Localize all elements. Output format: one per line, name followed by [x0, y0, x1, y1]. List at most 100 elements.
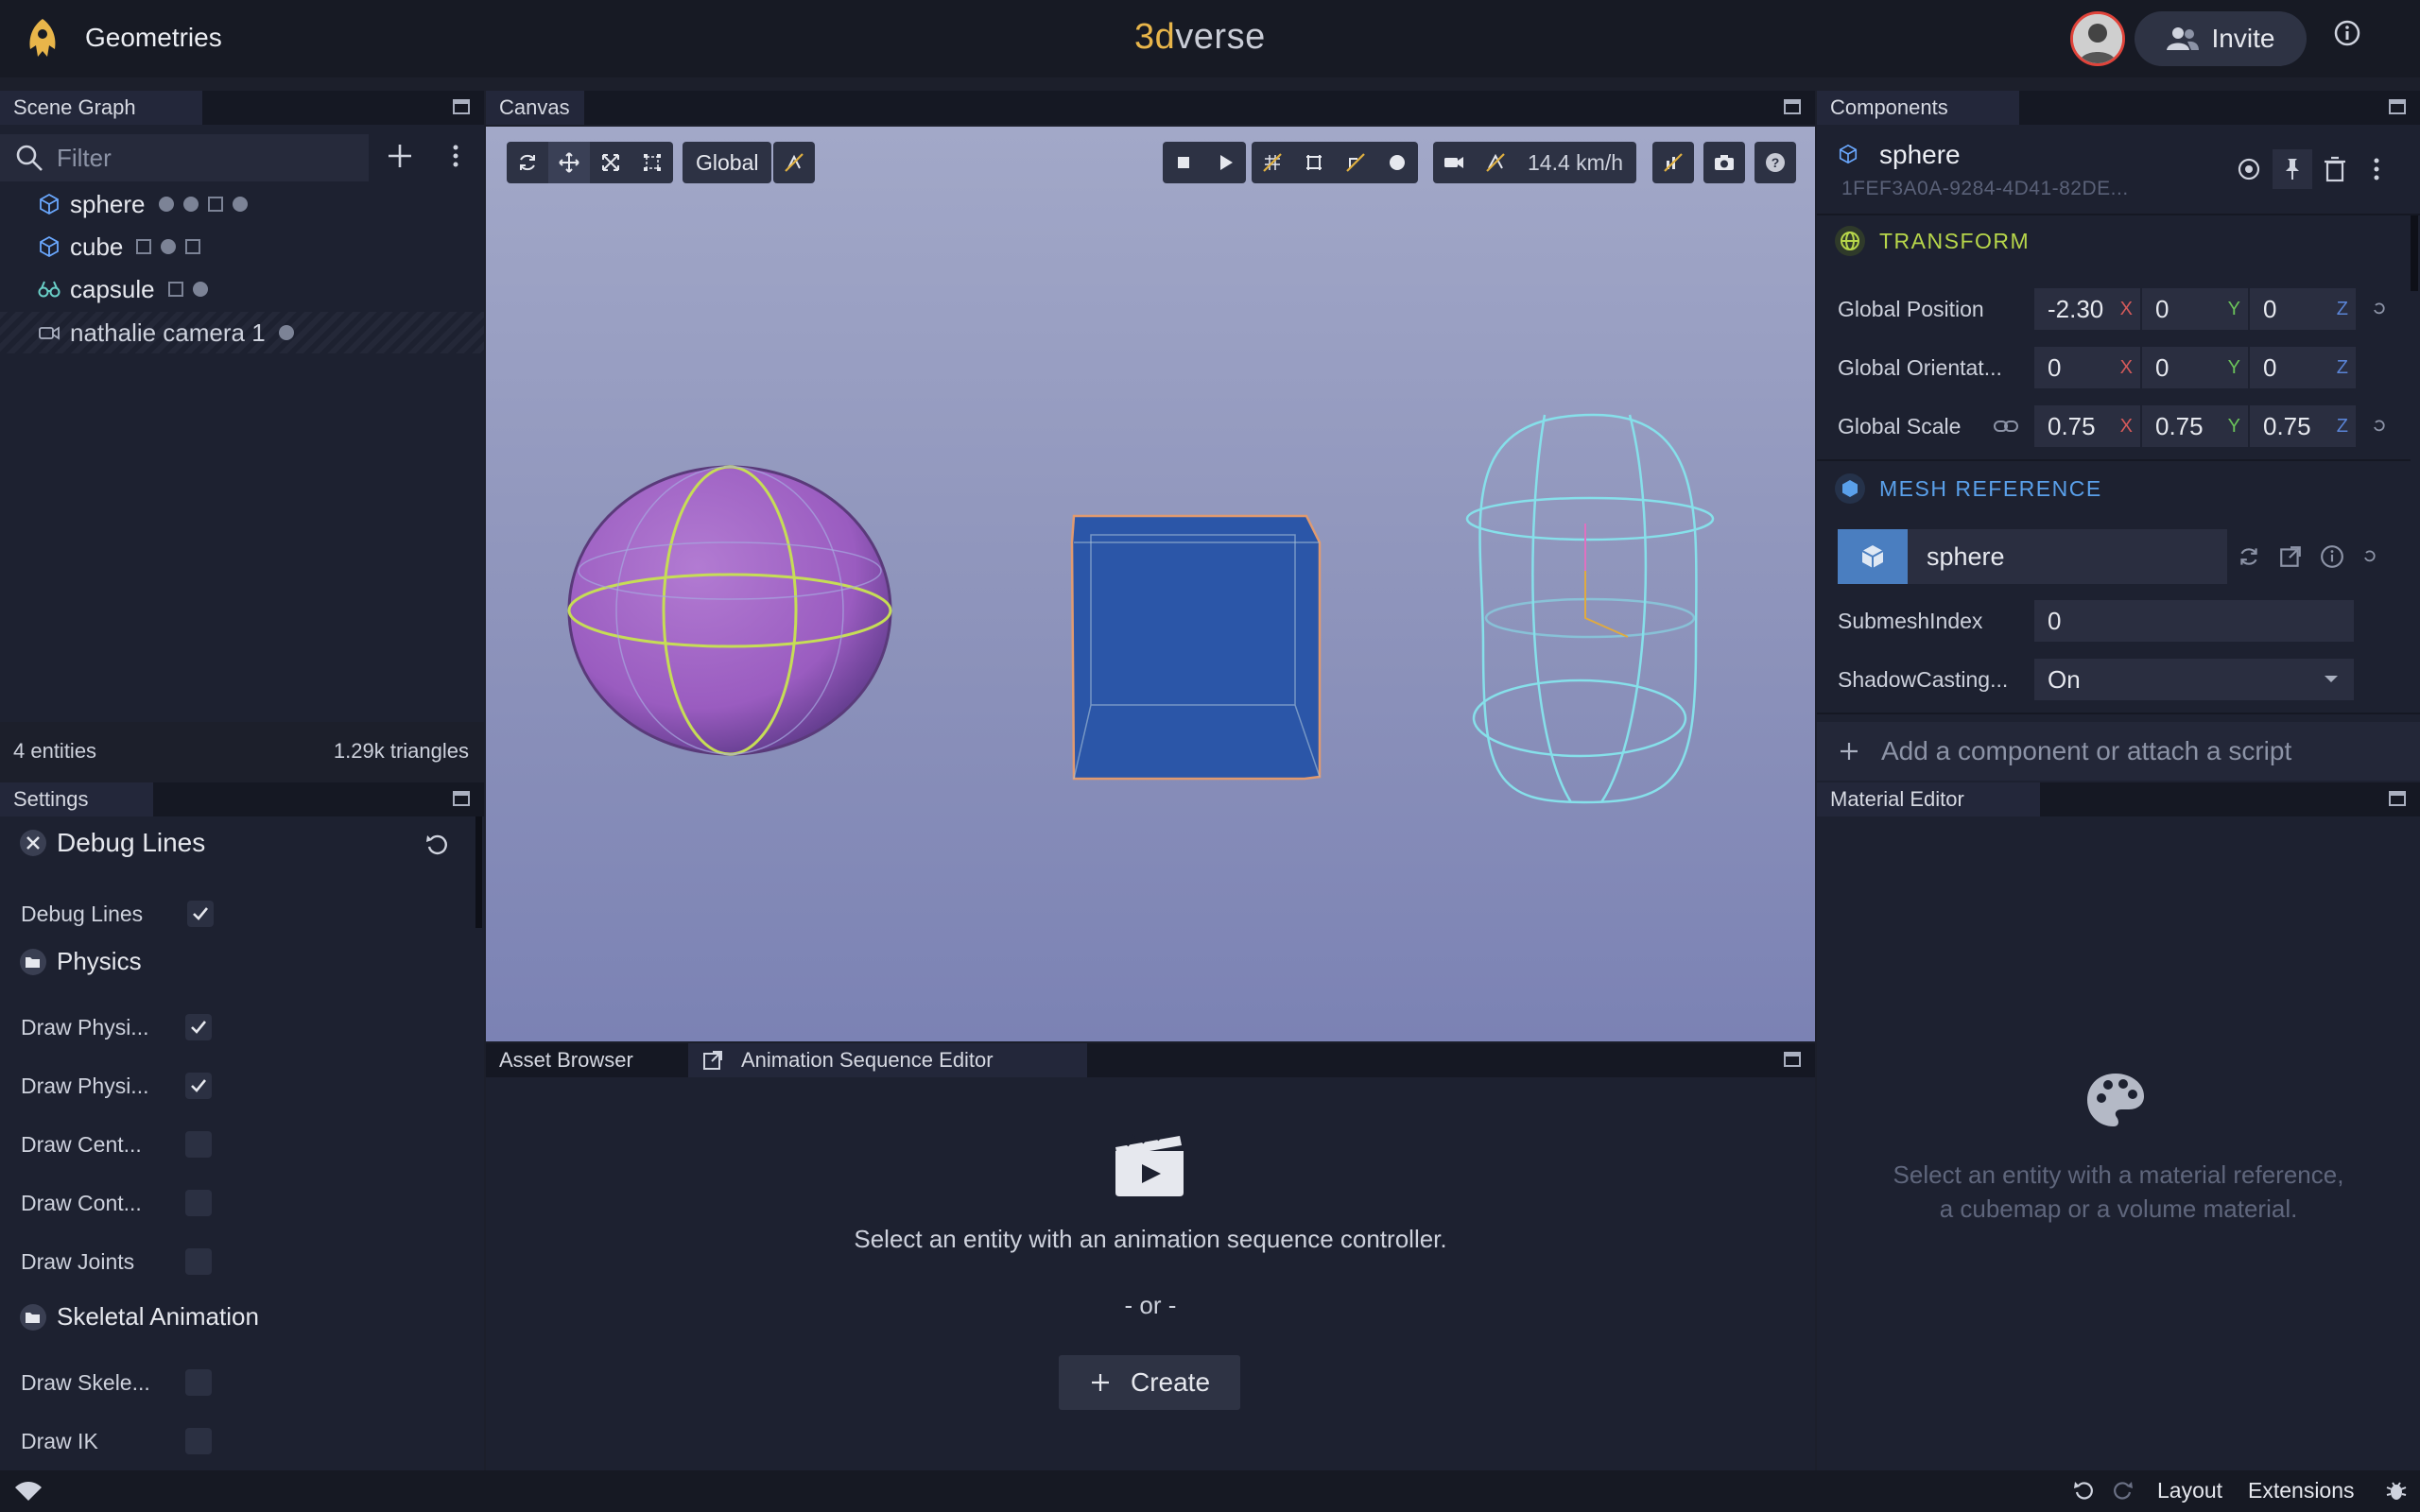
maximize-icon[interactable]	[2389, 791, 2406, 806]
tab-scene-graph[interactable]: Scene Graph	[0, 91, 202, 125]
invite-button[interactable]: Invite	[2135, 11, 2307, 66]
checkbox[interactable]	[185, 1131, 212, 1158]
components-scrollbar[interactable]	[2411, 215, 2418, 291]
maximize-icon[interactable]	[2389, 99, 2406, 114]
shadow-casting-select[interactable]: On	[2034, 659, 2354, 700]
transform-section-header[interactable]: TRANSFORM	[1834, 225, 2030, 257]
reset-icon[interactable]	[424, 832, 450, 858]
maximize-icon[interactable]	[1784, 1052, 1801, 1067]
tab-material-editor[interactable]: Material Editor	[1817, 782, 2040, 816]
invite-label: Invite	[2211, 24, 2275, 53]
add-entity-icon[interactable]	[384, 140, 416, 172]
space-toggle-button[interactable]: Global	[683, 142, 772, 183]
tree-row-sphere[interactable]: sphere	[38, 183, 473, 225]
orientation-z-field[interactable]: 0Z	[2250, 347, 2356, 388]
more-options-icon[interactable]	[446, 142, 465, 170]
external-link-icon[interactable]	[2278, 544, 2303, 569]
bounds-icon[interactable]	[631, 142, 673, 183]
refresh-icon[interactable]	[2237, 544, 2261, 569]
physics-section[interactable]: Physics	[19, 947, 142, 976]
tree-row-cube[interactable]: cube	[38, 226, 473, 267]
wifi-icon[interactable]	[13, 1480, 43, 1503]
tree-row-camera[interactable]: nathalie camera 1	[0, 312, 484, 353]
more-options-icon[interactable]	[2367, 155, 2386, 183]
checkbox[interactable]	[185, 1369, 212, 1396]
scale-z-field[interactable]: 0.75 Z	[2250, 405, 2356, 447]
debug-lines-section[interactable]: Debug Lines	[19, 828, 205, 858]
grid-off-icon[interactable]	[1252, 142, 1293, 183]
scale-y-field[interactable]: 0.75 Y	[2142, 405, 2248, 447]
tree-row-capsule[interactable]: capsule	[38, 268, 473, 310]
trash-icon[interactable]	[2322, 155, 2348, 183]
pin-icon[interactable]	[2273, 149, 2312, 189]
tab-settings[interactable]: Settings	[0, 782, 153, 816]
project-title[interactable]: Geometries	[85, 23, 222, 53]
stop-icon[interactable]	[1163, 142, 1204, 183]
settings-scrollbar[interactable]	[475, 816, 482, 928]
position-x-field[interactable]: -2.30 X	[2034, 288, 2140, 330]
tab-animation-sequence-editor[interactable]: Animation Sequence Editor	[688, 1043, 1087, 1077]
move-icon[interactable]	[548, 142, 590, 183]
entity-component-icons	[278, 325, 294, 340]
fly-mode-off-icon[interactable]	[1475, 142, 1516, 183]
video-camera-icon[interactable]	[1433, 142, 1475, 183]
maximize-icon[interactable]	[453, 791, 470, 806]
info-icon[interactable]	[2320, 544, 2344, 569]
skeletal-animation-section[interactable]: Skeletal Animation	[19, 1302, 259, 1332]
mesh-reference-section-header[interactable]: MESH REFERENCE	[1834, 472, 2102, 505]
scale-icon[interactable]	[590, 142, 631, 183]
position-z-field[interactable]: 0Z	[2250, 288, 2356, 330]
checkbox[interactable]	[185, 1428, 212, 1454]
check-icon	[191, 1021, 207, 1034]
viewport-canvas[interactable]: Global 14.4 km/h ?	[486, 127, 1815, 1041]
bug-icon[interactable]	[2384, 1478, 2409, 1503]
gizmo-off-icon[interactable]	[1335, 142, 1376, 183]
maximize-icon[interactable]	[1784, 99, 1801, 114]
reset-icon[interactable]	[2361, 548, 2378, 565]
play-icon[interactable]	[1204, 142, 1246, 183]
link-icon[interactable]	[1993, 417, 2019, 436]
frame-icon[interactable]	[1293, 142, 1335, 183]
snap-toggle[interactable]	[773, 142, 815, 183]
search-icon	[16, 145, 43, 171]
camera-toolbar: 14.4 km/h	[1433, 142, 1636, 183]
checkbox[interactable]	[185, 1014, 212, 1040]
mesh-actions	[2237, 544, 2378, 569]
checkbox[interactable]	[185, 1073, 212, 1099]
user-avatar[interactable]	[2070, 11, 2125, 66]
reset-icon[interactable]	[2371, 301, 2388, 318]
refresh-icon[interactable]	[507, 142, 548, 183]
orientation-x-field[interactable]: 0X	[2034, 347, 2140, 388]
tab-asset-browser[interactable]: Asset Browser	[486, 1043, 688, 1077]
shading-icon[interactable]	[1376, 142, 1418, 183]
stats-off-icon[interactable]	[1652, 142, 1694, 183]
orientation-y-field[interactable]: 0Y	[2142, 347, 2248, 388]
checkbox[interactable]	[185, 1190, 212, 1216]
tab-canvas[interactable]: Canvas	[486, 91, 584, 125]
setting-draw-physics-2: Draw Physi...	[21, 1057, 212, 1115]
snap-off-icon	[773, 142, 815, 183]
create-button[interactable]: Create	[1059, 1355, 1240, 1410]
filter-input[interactable]: Filter	[0, 134, 369, 181]
screenshot-button[interactable]	[1703, 142, 1745, 183]
debug-lines-checkbox[interactable]	[187, 901, 214, 927]
info-icon[interactable]	[2333, 19, 2369, 55]
scale-x-field[interactable]: 0.75 X	[2034, 405, 2140, 447]
tab-components[interactable]: Components	[1817, 91, 2019, 125]
layout-menu[interactable]: Layout	[2157, 1478, 2222, 1503]
submesh-index-field[interactable]: 0	[2034, 600, 2354, 642]
position-y-field[interactable]: 0Y	[2142, 288, 2248, 330]
maximize-icon[interactable]	[453, 99, 470, 114]
undo-icon[interactable]	[2072, 1478, 2097, 1503]
entity-name-title[interactable]: sphere	[1879, 140, 1961, 170]
checkbox[interactable]	[185, 1248, 212, 1275]
extensions-menu[interactable]: Extensions	[2248, 1478, 2355, 1503]
mesh-reference-field[interactable]: sphere	[1838, 529, 2227, 584]
reset-icon[interactable]	[2371, 418, 2388, 435]
add-component-button[interactable]: Add a component or attach a script	[1817, 722, 2420, 781]
help-button[interactable]: ?	[1754, 142, 1796, 183]
target-icon[interactable]	[2235, 155, 2263, 183]
camera-speed[interactable]: 14.4 km/h	[1528, 150, 1623, 176]
redo-icon[interactable]	[2110, 1478, 2135, 1503]
app-logo-icon[interactable]	[23, 17, 62, 60]
